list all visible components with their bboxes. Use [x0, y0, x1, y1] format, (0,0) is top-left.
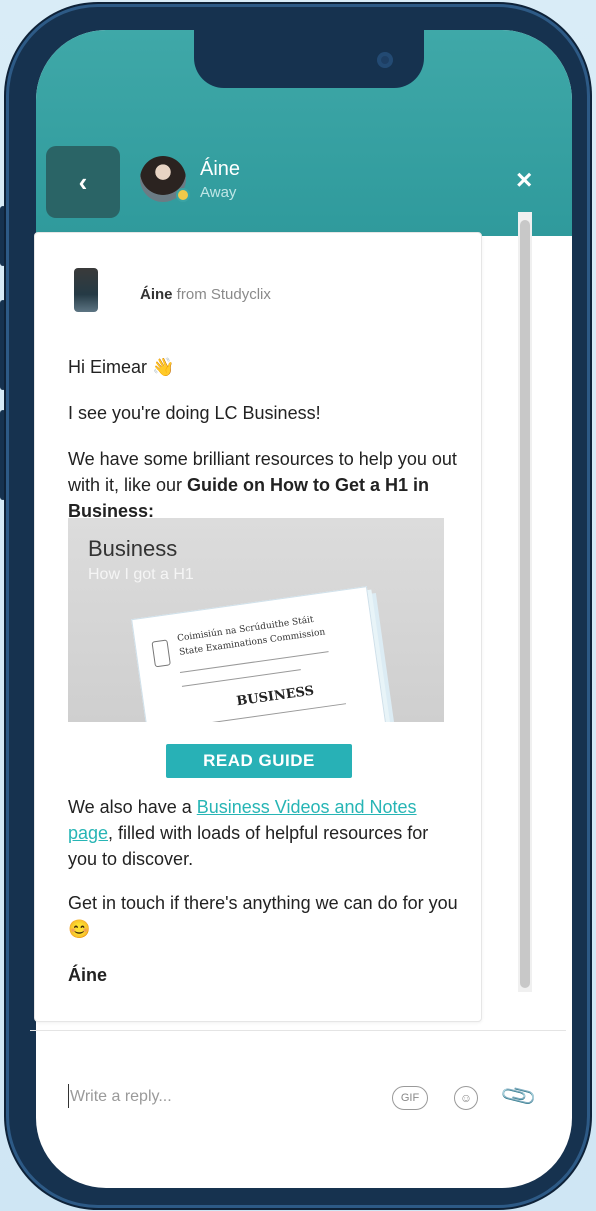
agent-status: Away	[200, 184, 237, 201]
message-signature: Áine	[68, 965, 108, 985]
scrollbar-thumb[interactable]	[520, 220, 530, 988]
chevron-left-icon: ‹	[78, 166, 88, 197]
sender-name: Áine	[140, 286, 173, 303]
paper-subject: BUSINESS	[235, 683, 316, 710]
read-guide-button[interactable]: READ GUIDE	[166, 744, 352, 778]
agent-name: Áine	[200, 158, 241, 180]
sender-line: Áine from Studyclix	[140, 286, 271, 303]
greeting-text: Hi Eimear	[68, 357, 148, 377]
paper-rule	[207, 703, 347, 722]
reply-input[interactable]: Write a reply...	[70, 1088, 172, 1106]
message-line-4: Get in touch if there's anything we can …	[68, 890, 458, 942]
back-button[interactable]: ‹	[46, 146, 120, 218]
message-line-4-text: Get in touch if there's anything we can …	[68, 893, 458, 913]
message-line-3-end: , filled with loads of helpful resources…	[68, 823, 429, 869]
guide-thumbnail[interactable]: Business How I got a H1 Coimisiún na Scr…	[68, 518, 444, 722]
gif-icon[interactable]: GIF	[392, 1086, 428, 1110]
guide-image-title: Business	[88, 536, 178, 561]
phone-notch	[194, 30, 424, 88]
composer-divider	[30, 1030, 566, 1031]
guide-image-subtitle: How I got a H1	[88, 566, 194, 583]
message-line-3: We also have a Business Videos and Notes…	[68, 794, 458, 872]
wave-emoji-icon: 👋	[152, 357, 175, 377]
text-cursor	[68, 1084, 69, 1108]
status-indicator	[176, 188, 190, 202]
message-line-2: We have some brilliant resources to help…	[68, 446, 458, 524]
harp-icon	[151, 639, 171, 668]
message-line-3-start: We also have a	[68, 797, 197, 817]
close-icon[interactable]: ×	[516, 166, 532, 194]
camera-icon	[377, 52, 393, 68]
exam-paper-image: Coimisiún na Scrúduithe Stáit State Exam…	[131, 586, 387, 722]
message-line-1: I see you're doing LC Business!	[68, 403, 321, 423]
greeting-line: Hi Eimear 👋	[68, 354, 458, 380]
chat-header: ‹ Áine Away ×	[36, 30, 572, 236]
paper-rule	[181, 669, 301, 687]
smile-emoji-icon: 😊	[68, 919, 91, 939]
sender-avatar	[74, 268, 98, 312]
emoji-picker-icon[interactable]: ☺	[454, 1086, 478, 1110]
sender-org: from Studyclix	[172, 286, 271, 303]
